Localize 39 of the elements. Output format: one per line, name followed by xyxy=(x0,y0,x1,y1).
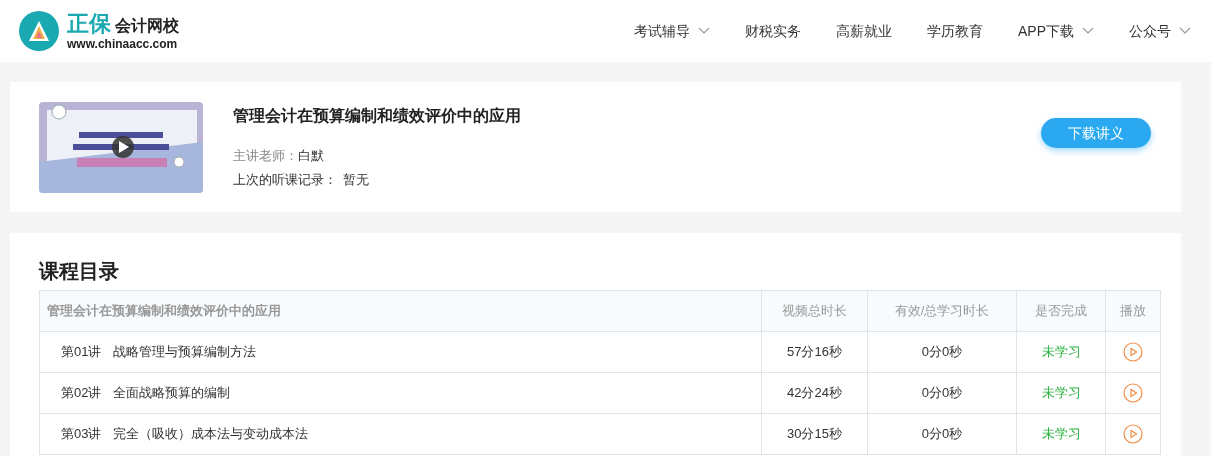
logo-icon xyxy=(19,11,59,51)
duration-cell: 42分24秒 xyxy=(761,373,867,413)
status-text: 未学习 xyxy=(1041,384,1081,403)
duration-cell: 57分16秒 xyxy=(761,332,867,372)
status-text: 未学习 xyxy=(1041,425,1081,444)
play-icon[interactable] xyxy=(1123,383,1143,403)
nav-link[interactable]: APP下载 xyxy=(1018,20,1094,42)
nav-link[interactable]: 高薪就业 xyxy=(836,20,892,42)
study-time-cell: 0分0秒 xyxy=(867,414,1016,454)
lecture-title[interactable]: 完全（吸收）成本法与变动成本法 xyxy=(113,424,309,444)
lecture-title[interactable]: 全面战略预算的编制 xyxy=(113,383,231,403)
column-header: 是否完成 xyxy=(1016,291,1105,331)
lecture-number: 第01讲 xyxy=(61,343,102,362)
record-label: 上次的听课记录： xyxy=(233,170,337,189)
record-value: 暂无 xyxy=(343,170,369,189)
column-header: 有效/总学习时长 xyxy=(867,291,1016,331)
lecture-number: 第02讲 xyxy=(61,384,102,403)
nav-link[interactable]: 学历教育 xyxy=(927,20,983,42)
lecture-title[interactable]: 战略管理与预算编制方法 xyxy=(113,342,257,362)
study-time-cell: 0分0秒 xyxy=(867,373,1016,413)
teacher-label: 主讲老师： xyxy=(233,147,298,165)
logo-brand: 正保 xyxy=(67,12,111,35)
duration-cell: 30分15秒 xyxy=(761,414,867,454)
column-header: 视频总时长 xyxy=(761,291,867,331)
nav-link[interactable]: 财税实务 xyxy=(745,20,801,42)
study-time-cell: 0分0秒 xyxy=(867,332,1016,372)
play-icon[interactable] xyxy=(1123,342,1143,362)
nav-link[interactable]: 考试辅导 xyxy=(634,20,710,42)
lecture-number: 第03讲 xyxy=(61,425,102,444)
catalog-heading: 课程目录 xyxy=(39,259,120,283)
teacher-name: 白默 xyxy=(298,147,324,165)
status-text: 未学习 xyxy=(1041,343,1081,362)
course-title: 管理会计在预算编制和绩效评价中的应用 xyxy=(233,106,521,126)
play-icon[interactable] xyxy=(1123,424,1143,444)
logo-url: www.chinaacc.com xyxy=(67,37,179,50)
logo-subtitle: 会计网校 xyxy=(115,17,179,35)
nav-link[interactable]: 公众号 xyxy=(1129,20,1191,42)
column-header: 管理会计在预算编制和绩效评价中的应用 xyxy=(46,302,282,321)
column-header: 播放 xyxy=(1105,291,1160,331)
